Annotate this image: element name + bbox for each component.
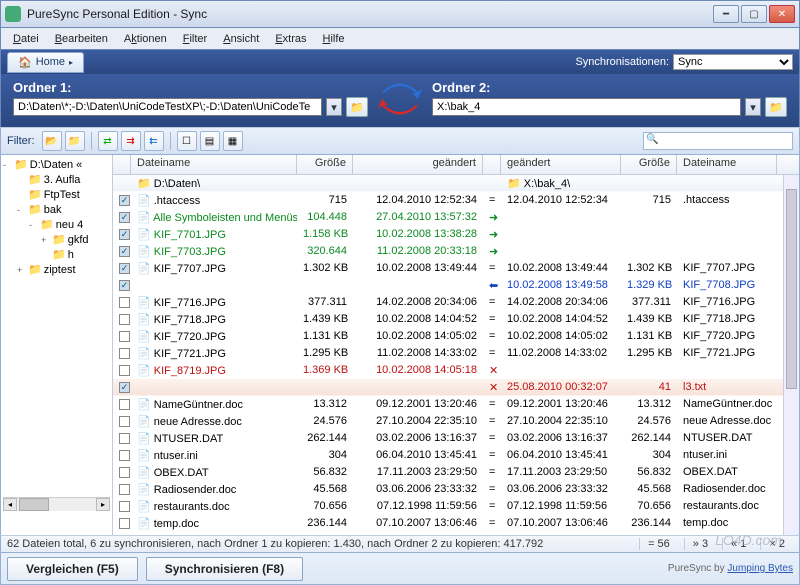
view-btn-3[interactable]: ▦	[223, 131, 243, 151]
window-title: PureSync Personal Edition - Sync	[27, 7, 713, 21]
home-icon: 🏠	[18, 56, 32, 69]
tree-node[interactable]: 📁FtpTest	[3, 187, 110, 202]
folder1-path-input[interactable]	[13, 98, 322, 116]
search-input[interactable]	[643, 132, 793, 150]
menubar: DDateiatei Bearbeiten Aktionen Filter An…	[0, 28, 800, 50]
tree-node[interactable]: -📁D:\Daten «	[3, 157, 110, 172]
watermark: LO4D.com	[715, 532, 782, 548]
filter-btn-equal[interactable]: ⇄	[98, 131, 118, 151]
status-right: » 3	[684, 538, 716, 550]
menu-datei[interactable]: DDateiatei	[5, 31, 47, 47]
syncselect-label: Synchronisationen:	[575, 56, 669, 68]
col-name1[interactable]: Dateiname	[131, 155, 297, 174]
col-date2[interactable]: geändert	[501, 155, 621, 174]
file-table: Dateiname Größe geändert geändert Größe …	[113, 155, 799, 535]
menu-ansicht[interactable]: Ansicht	[215, 31, 267, 47]
sync-button[interactable]: Synchronisieren (F8)	[146, 557, 303, 581]
filter-btn-2[interactable]: 📁	[65, 131, 85, 151]
table-row[interactable]: 📄 restaurants.doc70.65607.12.1998 11:59:…	[113, 498, 799, 515]
status-text: 62 Dateien total, 6 zu synchronisieren, …	[7, 538, 543, 550]
table-row[interactable]: 📄 .htaccess71512.04.2010 12:52:34=12.04.…	[113, 192, 799, 209]
app-icon	[5, 6, 21, 22]
folder1-label: Ordner 1:	[13, 80, 368, 95]
status-equal: = 56	[639, 538, 678, 550]
folder1-dropdown-icon[interactable]: ▾	[326, 98, 342, 116]
view-btn-1[interactable]: ☐	[177, 131, 197, 151]
menu-bearbeiten[interactable]: Bearbeiten	[47, 31, 116, 47]
vertical-scrollbar[interactable]	[783, 175, 799, 535]
syncselect-dropdown[interactable]: Sync	[673, 54, 793, 70]
main-split: -📁D:\Daten « 📁3. Aufla 📁FtpTest-📁bak-📁ne…	[0, 155, 800, 535]
col-date1[interactable]: geändert	[353, 155, 483, 174]
table-body[interactable]: 📁 D:\Daten\📁 X:\bak_4\📄 .htaccess71512.0…	[113, 175, 799, 533]
table-row[interactable]: 📄 NameGüntner.doc13.31209.12.2001 13:20:…	[113, 396, 799, 413]
tab-row: 🏠 Home ▸ Synchronisationen: Sync	[0, 50, 800, 74]
table-row[interactable]: 📄 KIF_7703.JPG320.64411.02.2008 20:33:18…	[113, 243, 799, 260]
table-row[interactable]: 📄 OBEX.DAT56.83217.11.2003 23:29:50=17.1…	[113, 464, 799, 481]
col-size2[interactable]: Größe	[621, 155, 677, 174]
home-tab[interactable]: 🏠 Home ▸	[7, 52, 84, 73]
folder2-dropdown-icon[interactable]: ▾	[745, 98, 761, 116]
col-name2[interactable]: Dateiname	[677, 155, 777, 174]
folder2-label: Ordner 2:	[432, 80, 787, 95]
table-row[interactable]: 📄 KIF_7720.JPG1.131 KB10.02.2008 14:05:0…	[113, 328, 799, 345]
table-row[interactable]: 📄 NTUSER.DAT262.14403.02.2006 13:16:37=0…	[113, 430, 799, 447]
folder-header: Ordner 1: ▾ 📁 Ordner 2: ▾ 📁	[0, 74, 800, 127]
folder1-browse-button[interactable]: 📁	[346, 97, 368, 117]
table-row[interactable]: 📄 KIF_8719.JPG1.369 KB10.02.2008 14:05:1…	[113, 362, 799, 379]
bottom-bar: Vergleichen (F5) Synchronisieren (F8) Pu…	[0, 553, 800, 585]
titlebar: PureSync Personal Edition - Sync ━ ▢ ✕	[0, 0, 800, 28]
table-header: Dateiname Größe geändert geändert Größe …	[113, 155, 799, 175]
sync-arrows-icon	[378, 81, 422, 117]
tree-node[interactable]: -📁neu 4	[3, 217, 110, 232]
tab-dropdown-icon[interactable]: ▸	[69, 58, 73, 67]
folder2-path-input[interactable]	[432, 98, 741, 116]
minimize-button[interactable]: ━	[713, 5, 739, 23]
table-row[interactable]: 📄 KIF_7721.JPG1.295 KB11.02.2008 14:33:0…	[113, 345, 799, 362]
filter-label: Filter:	[7, 135, 35, 147]
tree-hscroll[interactable]: ◂▸	[3, 497, 110, 511]
table-row[interactable]: 📄 ntuser.ini30406.04.2010 13:45:41=06.04…	[113, 447, 799, 464]
table-row[interactable]: 📄 KIF_7716.JPG377.31114.02.2008 20:34:06…	[113, 294, 799, 311]
menu-aktionen[interactable]: Aktionen	[116, 31, 175, 47]
table-row[interactable]: 📄 KIF_7718.JPG1.439 KB10.02.2008 14:04:5…	[113, 311, 799, 328]
toolbar: Filter: 📂 📁 ⇄ ⇉ ⇇ ☐ ▤ ▦	[0, 127, 800, 155]
maximize-button[interactable]: ▢	[741, 5, 767, 23]
table-row[interactable]: 📄 KIF_7707.JPG1.302 KB10.02.2008 13:49:4…	[113, 260, 799, 277]
menu-extras[interactable]: Extras	[267, 31, 314, 47]
table-row[interactable]: ⬅10.02.2008 13:49:581.329 KBKIF_7708.JPG	[113, 277, 799, 294]
table-row[interactable]: 📄 Alle Symboleisten und Menüs.c104.44827…	[113, 209, 799, 226]
table-row[interactable]: 📄 Radiosender.doc45.56803.06.2006 23:33:…	[113, 481, 799, 498]
tree-node[interactable]: 📁3. Aufla	[3, 172, 110, 187]
compare-button[interactable]: Vergleichen (F5)	[7, 557, 138, 581]
tree-node[interactable]: 📁h	[3, 247, 110, 262]
credit-link[interactable]: Jumping Bytes	[727, 563, 793, 574]
view-btn-2[interactable]: ▤	[200, 131, 220, 151]
filter-btn-left[interactable]: ⇇	[144, 131, 164, 151]
folder-tree[interactable]: -📁D:\Daten « 📁3. Aufla 📁FtpTest-📁bak-📁ne…	[1, 155, 113, 535]
close-button[interactable]: ✕	[769, 5, 795, 23]
tree-node[interactable]: -📁bak	[3, 202, 110, 217]
table-row[interactable]: 📄 KIF_7701.JPG1.158 KB10.02.2008 13:38:2…	[113, 226, 799, 243]
folder2-browse-button[interactable]: 📁	[765, 97, 787, 117]
menu-hilfe[interactable]: Hilfe	[315, 31, 353, 47]
table-row[interactable]: 📄 temp.doc236.14407.10.2007 13:06:46=07.…	[113, 515, 799, 532]
credit-text: PureSync by Jumping Bytes	[668, 563, 793, 574]
menu-filter[interactable]: Filter	[175, 31, 215, 47]
tree-node[interactable]: +📁ziptest	[3, 262, 110, 277]
filter-btn-right[interactable]: ⇉	[121, 131, 141, 151]
table-row[interactable]: 📄 neue Adresse.doc24.57627.10.2004 22:35…	[113, 413, 799, 430]
status-bar: 62 Dateien total, 6 zu synchronisieren, …	[0, 535, 800, 553]
col-size1[interactable]: Größe	[297, 155, 353, 174]
table-row[interactable]: ✕25.08.2010 00:32:0741l3.txt	[113, 379, 799, 396]
path-row: 📁 D:\Daten\📁 X:\bak_4\	[113, 175, 799, 192]
tree-node[interactable]: +📁gkfd	[3, 232, 110, 247]
filter-btn-1[interactable]: 📂	[42, 131, 62, 151]
home-tab-label: Home	[36, 56, 65, 68]
